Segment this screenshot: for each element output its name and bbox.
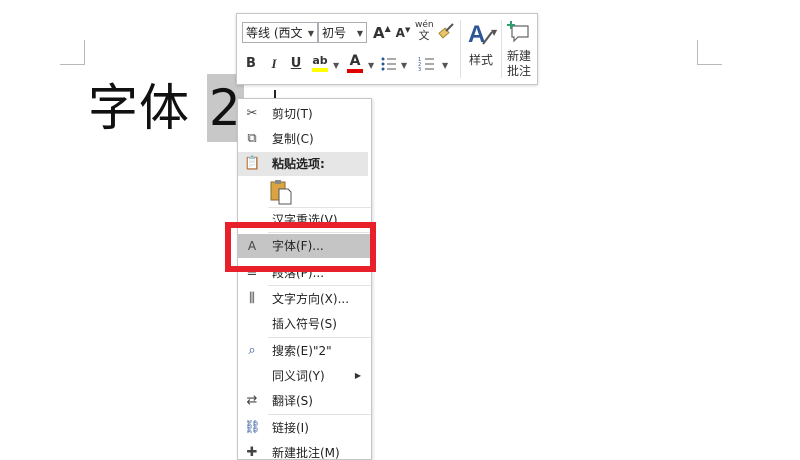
menu-item-search[interactable]: ⌕ 搜索(E)"2" [238,339,371,363]
font-size-value: 初号 [322,26,347,40]
font-name-value: 等线 (西文 [246,26,303,40]
page-corner-top-right [697,40,722,65]
mini-toolbar: 等线 (西文 ▼ 初号 ▼ A▲ A▼ wén 文 B I U ab ▼ A ▼ [236,13,538,85]
svg-text:A: A [468,21,485,46]
document-text-main: 字体 [88,79,207,137]
scissors-icon: ✂ [246,106,258,121]
styles-button[interactable]: A ▼ 样式 [463,18,499,80]
menu-separator [268,285,371,286]
text-direction-icon: ⫼ [249,291,255,306]
chevron-down-icon[interactable]: ▼ [357,23,363,42]
menu-item-text-direction[interactable]: ⫼ 文字方向(X)... [238,287,371,311]
italic-button[interactable]: I [267,56,281,72]
bold-button[interactable]: B [244,56,258,71]
chevron-down-icon: ▼ [491,28,498,37]
text-highlight-button[interactable]: ab [310,54,330,74]
phonetic-bottom: 文 [418,29,430,42]
format-painter-icon[interactable] [437,22,455,42]
page-corner-top-left [60,40,85,65]
font-name-combo[interactable]: 等线 (西文 ▼ [242,22,318,43]
new-comment-label-2: 批注 [506,64,531,78]
menu-separator [268,337,371,338]
new-comment-icon: ✚ [246,445,258,460]
underline-button[interactable]: U [289,56,303,71]
font-color-icon: A [349,53,361,69]
chevron-down-icon[interactable]: ▼ [368,61,374,70]
phonetic-guide-button[interactable]: wén 文 [415,20,434,44]
menu-item-copy[interactable]: ⧉ 复制(C) [238,127,371,151]
document-text[interactable]: 字体 2 [88,74,244,142]
styles-label: 样式 [468,53,493,67]
menu-header-paste-options: 📋 粘贴选项: [238,152,368,176]
menu-item-new-comment[interactable]: ✚ 新建批注(M) [238,441,371,460]
highlight-icon: ab [312,54,328,67]
menu-item-cut[interactable]: ✂ 剪切(T) [238,102,371,126]
submenu-arrow-icon: ▶ [354,371,361,380]
menu-separator [268,414,371,415]
grow-font-button[interactable]: A▲ [373,24,391,42]
annotation-highlight-box [225,222,376,272]
translate-icon: ⇄ [246,393,258,408]
font-color-bar [347,69,363,73]
chevron-down-icon[interactable]: ▼ [401,61,407,70]
clipboard-icon: 📋 [244,156,261,171]
font-size-combo[interactable]: 初号 ▼ [318,22,367,43]
menu-item-insert-symbol[interactable]: 插入符号(S) [238,312,371,336]
menu-item-synonyms[interactable]: 同义词(Y) ▶ [238,364,371,388]
chevron-down-icon[interactable]: ▼ [333,61,339,70]
chevron-down-icon[interactable]: ▼ [308,23,314,42]
shrink-font-button[interactable]: A▼ [395,26,411,40]
toolbar-divider [460,20,461,78]
menu-item-translate[interactable]: ⇄ 翻译(S) [238,389,371,413]
new-comment-button[interactable]: 新建 批注 [502,18,536,82]
svg-text:3: 3 [418,67,421,73]
paste-keep-text-only-button[interactable] [269,179,293,205]
new-comment-label-1: 新建 [506,49,531,63]
font-color-button[interactable]: A [345,54,365,74]
context-menu: ✂ 剪切(T) ⧉ 复制(C) 📋 粘贴选项: 汉字重选(V) A 字体(F).… [237,98,372,460]
numbering-icon[interactable]: 1 2 3 [418,55,436,73]
new-comment-icon [507,20,531,44]
link-icon: ⛓ [244,420,261,435]
menu-item-link[interactable]: ⛓ 链接(I) [238,416,371,440]
highlight-color-bar [312,68,328,72]
bullets-icon[interactable] [380,55,398,73]
copy-icon: ⧉ [247,131,257,146]
chevron-down-icon[interactable]: ▼ [442,61,448,70]
search-icon: ⌕ [248,343,256,358]
